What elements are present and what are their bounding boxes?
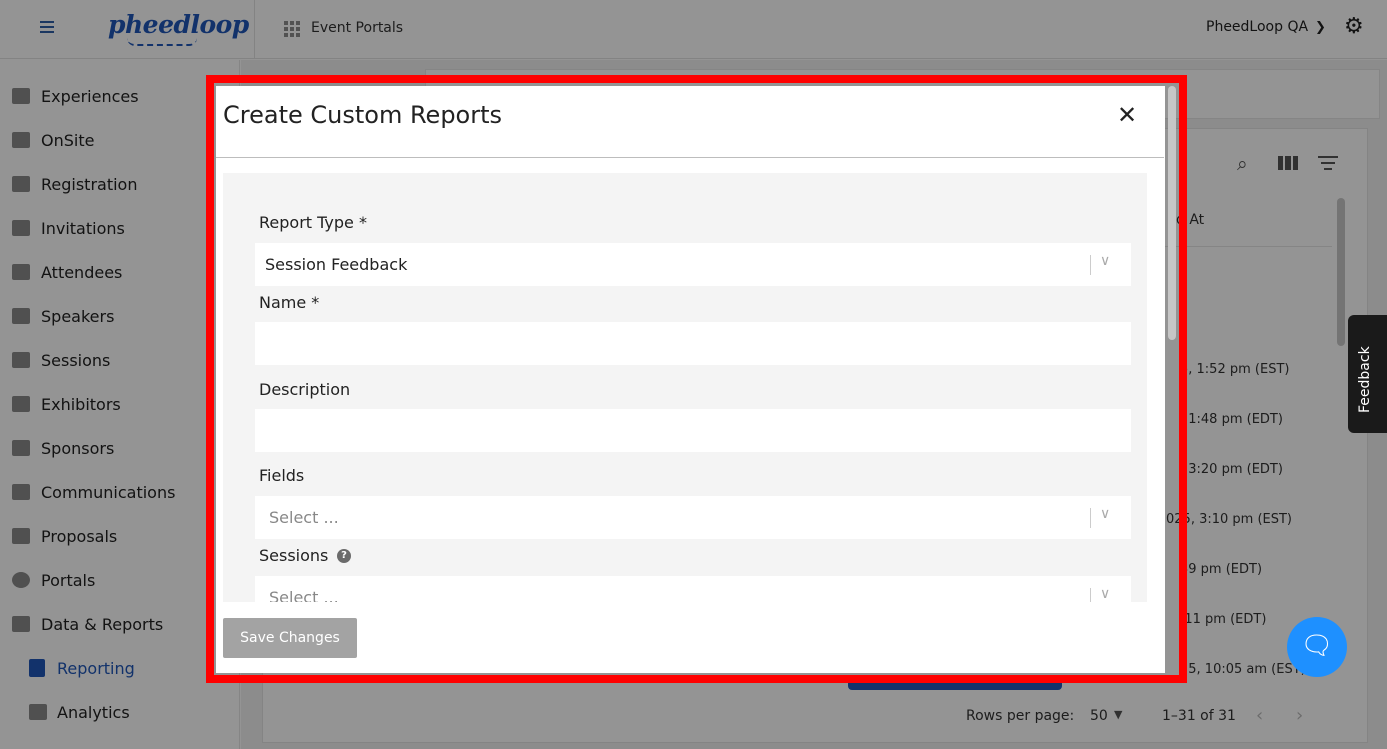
name-label: Name * — [259, 293, 320, 312]
dialog-title: Create Custom Reports — [223, 101, 503, 129]
save-changes-button[interactable]: Save Changes — [223, 618, 357, 658]
select-separator — [1090, 588, 1091, 602]
report-type-select[interactable]: Session Feedback ∨ — [255, 243, 1131, 286]
chat-icon[interactable]: 🗨 — [1287, 617, 1347, 677]
dialog-scrollbar[interactable] — [1168, 86, 1176, 340]
fields-placeholder: Select ... — [269, 508, 339, 527]
feedback-label: Feedback — [1357, 346, 1373, 413]
fields-label: Fields — [259, 466, 305, 485]
chevron-down-icon[interactable]: ∨ — [1100, 253, 1110, 269]
sessions-label: Sessions — [259, 546, 329, 565]
select-separator — [1090, 508, 1091, 528]
name-field[interactable] — [255, 322, 1131, 365]
chevron-down-icon[interactable]: ∨ — [1100, 586, 1110, 602]
help-icon[interactable]: ? — [337, 549, 351, 563]
description-field[interactable] — [255, 409, 1131, 452]
chevron-down-icon[interactable]: ∨ — [1100, 506, 1110, 522]
report-type-value: Session Feedback — [265, 255, 408, 274]
fields-select[interactable]: Select ... ∨ — [255, 496, 1131, 539]
dialog-divider — [216, 157, 1164, 158]
sessions-placeholder: Select ... — [269, 588, 339, 602]
dialog-form: Report Type * Session Feedback ∨ Name * … — [223, 173, 1147, 602]
feedback-tab[interactable]: Feedback — [1348, 315, 1387, 433]
sessions-select[interactable]: Select ... ∨ — [255, 576, 1131, 602]
select-separator — [1090, 255, 1091, 275]
report-type-label: Report Type * — [259, 213, 367, 232]
close-icon[interactable]: ✕ — [1117, 102, 1137, 128]
description-label: Description — [259, 380, 351, 399]
